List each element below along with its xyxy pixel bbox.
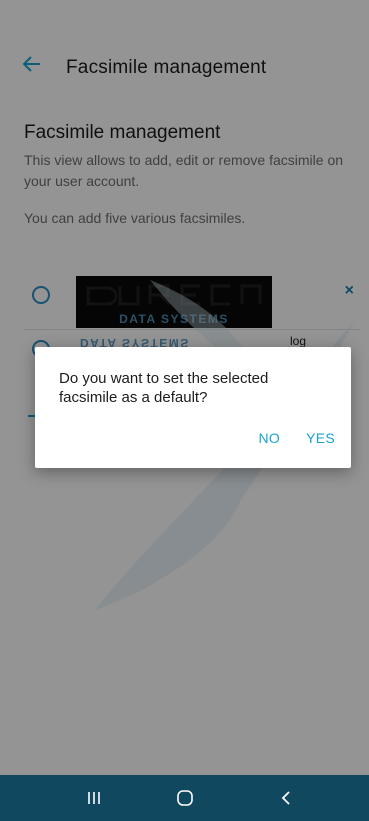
screen: 14:10 100% Facsimile management Facsimil…: [0, 0, 369, 821]
home-icon[interactable]: [145, 775, 225, 821]
recents-icon[interactable]: [54, 775, 134, 821]
confirm-dialog: Do you want to set the selected facsimil…: [35, 347, 351, 468]
dialog-actions: NO YES: [256, 426, 337, 450]
nav-back-icon[interactable]: [246, 775, 326, 821]
dialog-message: Do you want to set the selected facsimil…: [59, 370, 269, 406]
no-button[interactable]: NO: [256, 426, 282, 450]
yes-button[interactable]: YES: [304, 426, 337, 450]
system-nav-bar: [0, 775, 369, 821]
